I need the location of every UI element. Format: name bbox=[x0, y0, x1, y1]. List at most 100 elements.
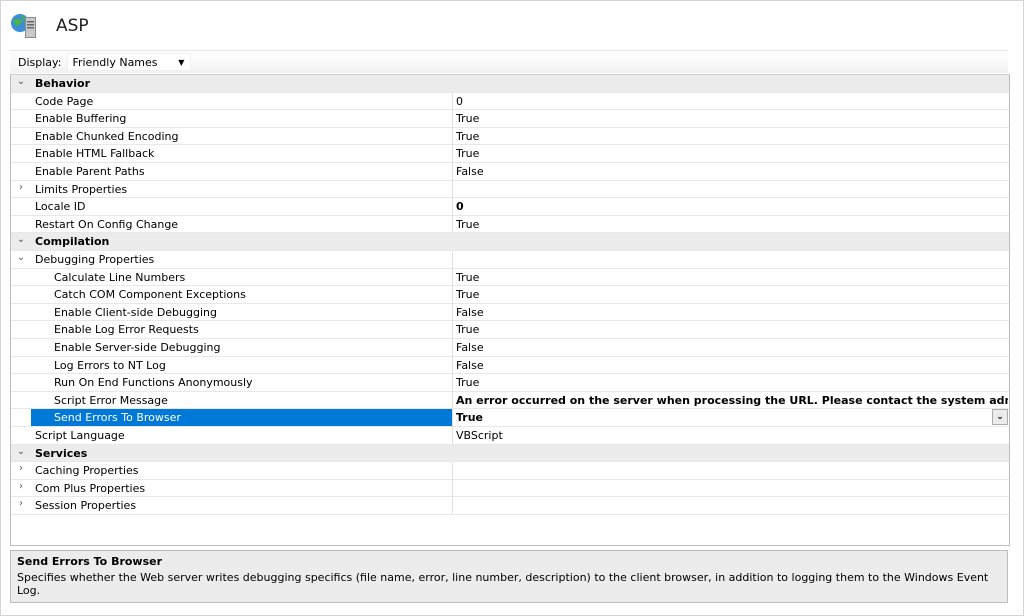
property-row[interactable]: Enable HTML Fallback True bbox=[11, 145, 1009, 163]
property-row[interactable]: Code Page 0 bbox=[11, 92, 1009, 111]
property-value-text: True bbox=[456, 376, 480, 390]
property-name: Enable Server-side Debugging bbox=[54, 341, 221, 354]
display-toolbar: Display: Friendly Names ▼ bbox=[10, 50, 1008, 73]
property-name: Caching Properties bbox=[35, 464, 139, 478]
property-value-text: True bbox=[456, 112, 480, 126]
property-row[interactable]: Enable Log Error Requests True bbox=[11, 321, 1009, 339]
dropdown-arrow-icon: ▼ bbox=[178, 57, 185, 67]
property-name: Calculate Line Numbers bbox=[54, 270, 186, 284]
property-value-text: False bbox=[456, 305, 484, 319]
property-row[interactable]: Enable Parent Paths False bbox=[11, 163, 1009, 181]
property-row[interactable]: › Com Plus Properties bbox=[11, 479, 1009, 498]
property-value[interactable]: True bbox=[452, 215, 1008, 233]
property-value[interactable]: 0 bbox=[452, 92, 1008, 110]
collapse-chevron-icon[interactable]: ⌄ bbox=[15, 234, 27, 245]
property-row[interactable]: › Session Properties bbox=[11, 497, 1009, 515]
property-row[interactable]: Catch COM Component Exceptions True bbox=[11, 286, 1009, 304]
property-value[interactable] bbox=[452, 180, 1008, 198]
description-title: Send Errors To Browser bbox=[17, 555, 163, 568]
property-value[interactable]: VBScript bbox=[452, 427, 1008, 444]
property-name: Debugging Properties bbox=[35, 253, 155, 266]
property-row[interactable]: Calculate Line Numbers True bbox=[11, 268, 1009, 287]
property-value-text: VBScript bbox=[456, 429, 503, 442]
property-row[interactable]: Enable Buffering True bbox=[11, 110, 1009, 128]
property-name: Catch COM Component Exceptions bbox=[54, 288, 246, 302]
property-value-text: 0 bbox=[456, 200, 464, 214]
property-value-text: True bbox=[456, 270, 480, 284]
collapse-chevron-icon[interactable]: ⌄ bbox=[15, 252, 27, 263]
property-name: Log Errors to NT Log bbox=[54, 358, 166, 372]
property-row[interactable]: ⌄ Debugging Properties bbox=[11, 251, 1009, 269]
property-value-text: False bbox=[456, 341, 484, 354]
property-row[interactable]: Enable Chunked Encoding True bbox=[11, 127, 1009, 146]
property-name: Enable Log Error Requests bbox=[54, 323, 199, 337]
property-name: Enable Parent Paths bbox=[35, 165, 145, 178]
property-value bbox=[452, 233, 1008, 250]
property-value-text: False bbox=[456, 165, 484, 178]
property-value[interactable]: True bbox=[452, 145, 1008, 162]
property-value[interactable]: True bbox=[452, 286, 1008, 303]
collapse-chevron-icon[interactable]: ⌄ bbox=[15, 76, 27, 87]
property-value[interactable]: True bbox=[452, 374, 1008, 391]
property-value-text: 0 bbox=[456, 94, 463, 108]
category-row[interactable]: ⌄ Compilation bbox=[11, 233, 1009, 251]
description-text: Specifies whether the Web server writes … bbox=[17, 571, 989, 597]
property-row[interactable]: › Caching Properties bbox=[11, 462, 1009, 480]
property-value[interactable]: False bbox=[452, 303, 1008, 321]
expand-chevron-icon[interactable]: › bbox=[15, 481, 27, 492]
property-row[interactable]: Script Error Message An error occurred on… bbox=[11, 391, 1009, 410]
property-value[interactable] bbox=[452, 251, 1008, 268]
property-value-text: True bbox=[456, 323, 480, 337]
property-value-text: True bbox=[456, 217, 480, 231]
property-row[interactable]: Run On End Functions Anonymously True bbox=[11, 374, 1009, 392]
property-name: Script Error Message bbox=[54, 393, 168, 407]
display-dropdown[interactable]: Friendly Names ▼ bbox=[67, 53, 192, 71]
property-value[interactable] bbox=[452, 462, 1008, 479]
property-name: Send Errors To Browser bbox=[54, 411, 181, 425]
property-value[interactable]: True ⌄ bbox=[452, 409, 1008, 426]
property-name: Code Page bbox=[35, 94, 94, 108]
property-value-text: False bbox=[456, 358, 484, 372]
property-name: Session Properties bbox=[35, 499, 137, 513]
property-value[interactable]: True bbox=[452, 127, 1008, 145]
property-value[interactable]: False bbox=[452, 356, 1008, 374]
category-row[interactable]: ⌄ Behavior bbox=[11, 75, 1009, 93]
expand-chevron-icon[interactable]: › bbox=[15, 498, 27, 509]
asp-feature-icon bbox=[11, 14, 36, 38]
collapse-chevron-icon[interactable]: ⌄ bbox=[15, 446, 27, 457]
property-name: Enable Chunked Encoding bbox=[35, 129, 179, 143]
property-name: Script Language bbox=[35, 429, 125, 442]
expand-chevron-icon[interactable]: › bbox=[15, 182, 27, 193]
property-row[interactable]: Script Language VBScript bbox=[11, 427, 1009, 445]
property-row[interactable]: Log Errors to NT Log False bbox=[11, 356, 1009, 375]
property-value-text: True bbox=[456, 411, 484, 425]
property-value[interactable]: False bbox=[452, 339, 1008, 356]
property-row[interactable]: › Limits Properties bbox=[11, 180, 1009, 199]
property-value[interactable] bbox=[452, 497, 1008, 514]
page-header: ASP bbox=[10, 10, 89, 42]
value-dropdown-button[interactable]: ⌄ bbox=[992, 409, 1008, 426]
property-row[interactable]: Restart On Config Change True bbox=[11, 215, 1009, 234]
page-title: ASP bbox=[56, 16, 89, 36]
category-row[interactable]: ⌄ Services bbox=[11, 444, 1009, 463]
property-value[interactable]: 0 bbox=[452, 198, 1008, 215]
display-dropdown-value: Friendly Names bbox=[72, 55, 158, 69]
expand-chevron-icon[interactable]: › bbox=[15, 463, 27, 474]
property-value-text: An error occurred on the server when pro… bbox=[456, 393, 1008, 407]
property-value[interactable] bbox=[452, 479, 1008, 497]
property-value[interactable]: True bbox=[452, 321, 1008, 338]
property-grid[interactable]: ⌄ Behavior Code Page 0 Enable Buffering True E… bbox=[10, 74, 1010, 546]
property-value[interactable]: True bbox=[452, 110, 1008, 127]
property-row[interactable]: Enable Server-side Debugging False bbox=[11, 339, 1009, 357]
property-row[interactable]: Send Errors To Browser True ⌄ bbox=[11, 409, 1009, 427]
property-name: Compilation bbox=[35, 235, 110, 249]
property-value-text: True bbox=[456, 288, 480, 302]
property-row[interactable]: Locale ID 0 bbox=[11, 198, 1009, 216]
property-value[interactable]: True bbox=[452, 268, 1008, 286]
property-name: Enable Client-side Debugging bbox=[54, 305, 217, 319]
property-name: Behavior bbox=[35, 77, 91, 90]
property-value[interactable]: False bbox=[452, 163, 1008, 180]
property-row[interactable]: Enable Client-side Debugging False bbox=[11, 303, 1009, 322]
description-panel: Send Errors To Browser Specifies whether… bbox=[10, 550, 1008, 603]
property-value[interactable]: An error occurred on the server when pro… bbox=[452, 391, 1008, 409]
